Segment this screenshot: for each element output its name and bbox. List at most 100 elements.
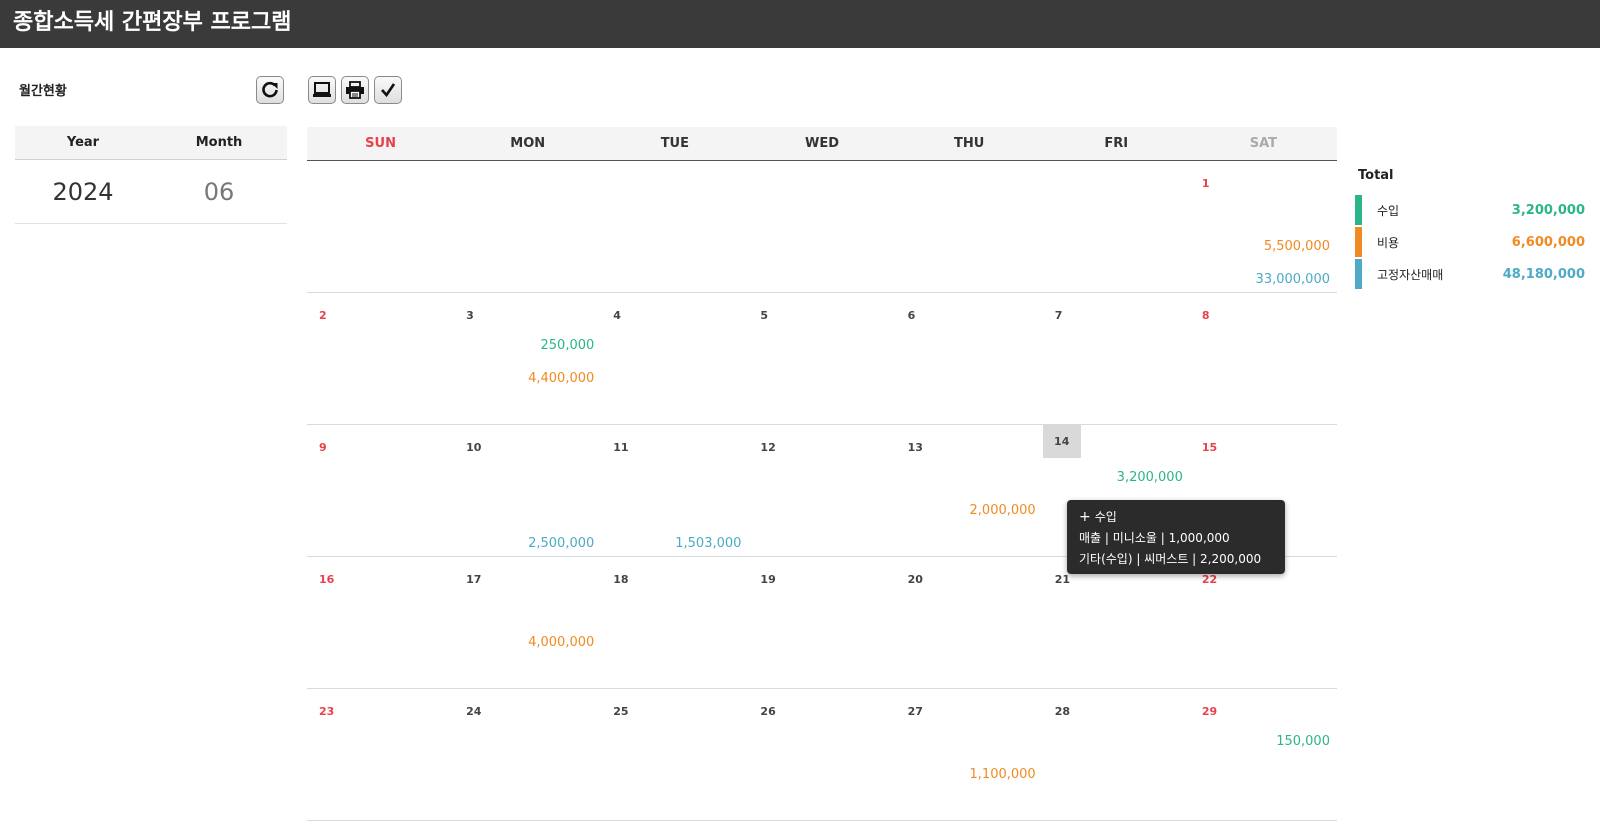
section-label: 월간현황 — [19, 84, 67, 99]
calendar-day-cell[interactable]: 8 — [1189, 293, 1337, 425]
day-number: 20 — [907, 573, 923, 586]
calendar-day-cell[interactable] — [895, 161, 1043, 293]
total-row-expense: 비용 6,600,000 — [1355, 227, 1585, 257]
total-row-asset: 고정자산매매 48,180,000 — [1355, 259, 1585, 289]
total-row-income: 수입 3,200,000 — [1355, 195, 1585, 225]
total-label-expense: 비용 — [1377, 236, 1400, 250]
asset-color-bar — [1355, 259, 1362, 289]
income-amount[interactable]: 150,000 — [1276, 734, 1330, 749]
calendar-day-cell[interactable]: 22 — [1189, 557, 1337, 689]
income-tooltip: + 수입 매출 | 미니소울 | 1,000,000 기타(수입) | 씨머스트 … — [1067, 500, 1285, 574]
day-number: 15 — [1201, 441, 1218, 454]
calendar-day-cell[interactable]: 9 — [307, 425, 455, 557]
day-number: 5 — [760, 309, 769, 322]
weekday-mon: MON — [510, 136, 546, 151]
day-number: 10 — [466, 441, 482, 454]
day-number: 1 — [1201, 177, 1210, 190]
refresh-button[interactable] — [256, 76, 284, 104]
calendar-day-cell[interactable]: 3 250,000 4,400,000 — [454, 293, 602, 425]
calendar-day-cell[interactable]: 12 — [748, 425, 896, 557]
income-amount[interactable]: 3,200,000 — [1117, 470, 1183, 485]
app-title: 종합소득세 간편장부 프로그램 — [13, 10, 292, 35]
weekday-sat: SAT — [1249, 136, 1278, 151]
calendar-day-cell[interactable] — [1042, 161, 1190, 293]
calendar-day-cell[interactable]: 10 2,500,000 — [454, 425, 602, 557]
calendar-day-cell[interactable] — [748, 161, 896, 293]
calendar-day-cell[interactable]: 17 4,000,000 — [454, 557, 602, 689]
day-number: 21 — [1054, 573, 1071, 586]
refresh-icon — [261, 81, 279, 99]
day-number: 26 — [760, 705, 776, 718]
weekday-header: SUN MON TUE WED THU FRI SAT — [307, 127, 1337, 161]
month-calendar: SUN MON TUE WED THU FRI SAT 1 5,500,000 33… — [307, 127, 1337, 821]
calendar-day-cell[interactable]: 18 — [601, 557, 749, 689]
app-titlebar: 종합소득세 간편장부 프로그램 — [0, 0, 1600, 48]
calendar-day-cell[interactable]: 5 — [748, 293, 896, 425]
weekday-fri: FRI — [1104, 136, 1129, 151]
calendar-day-cell[interactable]: 25 — [601, 689, 749, 821]
income-color-bar — [1355, 195, 1362, 225]
calendar-day-cell[interactable]: 7 — [1042, 293, 1190, 425]
calendar-day-cell[interactable] — [601, 161, 749, 293]
calendar-grid: 1 5,500,000 33,000,000 2 3 250,000 4,400,000 4 5… — [307, 161, 1337, 821]
weekday-sun: SUN — [365, 136, 396, 151]
day-number: 28 — [1054, 705, 1071, 718]
calendar-day-cell[interactable]: 24 — [454, 689, 602, 821]
day-number: 4 — [613, 309, 621, 322]
weekday-wed: WED — [804, 136, 839, 151]
checkmark-icon — [379, 81, 397, 99]
income-amount[interactable]: 250,000 — [541, 338, 595, 353]
day-number: 16 — [319, 573, 335, 586]
day-number: 6 — [907, 309, 916, 322]
calendar-day-cell[interactable]: 16 — [307, 557, 455, 689]
day-number: 27 — [907, 705, 923, 718]
calendar-day-cell[interactable]: 29 150,000 — [1189, 689, 1337, 821]
day-number: 24 — [466, 705, 482, 718]
totals-title: Total — [1358, 168, 1394, 183]
month-value[interactable]: 06 — [151, 160, 287, 223]
expense-amount[interactable]: 4,000,000 — [528, 635, 594, 650]
tooltip-title: 수입 — [1094, 510, 1117, 524]
calendar-day-cell[interactable]: 26 — [748, 689, 896, 821]
calendar-day-cell[interactable]: 21 — [1042, 557, 1190, 689]
day-number: 17 — [466, 573, 482, 586]
calendar-day-cell[interactable] — [307, 161, 455, 293]
day-number: 11 — [613, 441, 629, 454]
calendar-day-cell[interactable]: 19 — [748, 557, 896, 689]
weekday-tue: TUE — [660, 136, 689, 151]
calendar-day-cell[interactable]: 13 2,000,000 — [895, 425, 1043, 557]
month-header: Month — [195, 135, 243, 150]
calendar-day-cell[interactable]: 11 1,503,000 — [601, 425, 749, 557]
calendar-day-cell[interactable]: 2 — [307, 293, 455, 425]
year-header: Year — [66, 135, 100, 150]
day-number: 19 — [760, 573, 776, 586]
total-value-income: 3,200,000 — [1511, 203, 1585, 218]
day-number: 7 — [1054, 309, 1063, 322]
expense-amount[interactable]: 1,100,000 — [970, 767, 1036, 782]
day-number: 14 — [1042, 425, 1081, 458]
year-value[interactable]: 2024 — [15, 160, 151, 223]
calendar-day-cell[interactable]: 4 — [601, 293, 749, 425]
calendar-day-cell[interactable]: 20 — [895, 557, 1043, 689]
computer-button[interactable] — [308, 76, 336, 104]
expense-amount[interactable]: 2,000,000 — [970, 503, 1036, 518]
asset-amount[interactable]: 1,503,000 — [675, 536, 741, 551]
day-number: 25 — [613, 705, 629, 718]
calendar-day-cell[interactable]: 23 — [307, 689, 455, 821]
day-number: 12 — [760, 441, 776, 454]
day-number: 2 — [319, 309, 327, 322]
total-label-asset: 고정자산매매 — [1377, 268, 1444, 282]
calendar-day-cell[interactable]: 6 — [895, 293, 1043, 425]
check-button[interactable] — [374, 76, 402, 104]
calendar-day-cell[interactable]: 1 5,500,000 33,000,000 — [1189, 161, 1337, 293]
expense-color-bar — [1355, 227, 1362, 257]
asset-amount[interactable]: 2,500,000 — [528, 536, 594, 551]
print-button[interactable] — [341, 76, 369, 104]
expense-amount[interactable]: 4,400,000 — [528, 371, 594, 386]
calendar-day-cell[interactable]: 28 — [1042, 689, 1190, 821]
tooltip-line: 매출 | 미니소울 | 1,000,000 — [1079, 531, 1230, 545]
calendar-day-cell[interactable]: 27 1,100,000 — [895, 689, 1043, 821]
calendar-day-cell[interactable] — [454, 161, 602, 293]
expense-amount[interactable]: 5,500,000 — [1264, 239, 1330, 254]
asset-amount[interactable]: 33,000,000 — [1256, 272, 1330, 287]
